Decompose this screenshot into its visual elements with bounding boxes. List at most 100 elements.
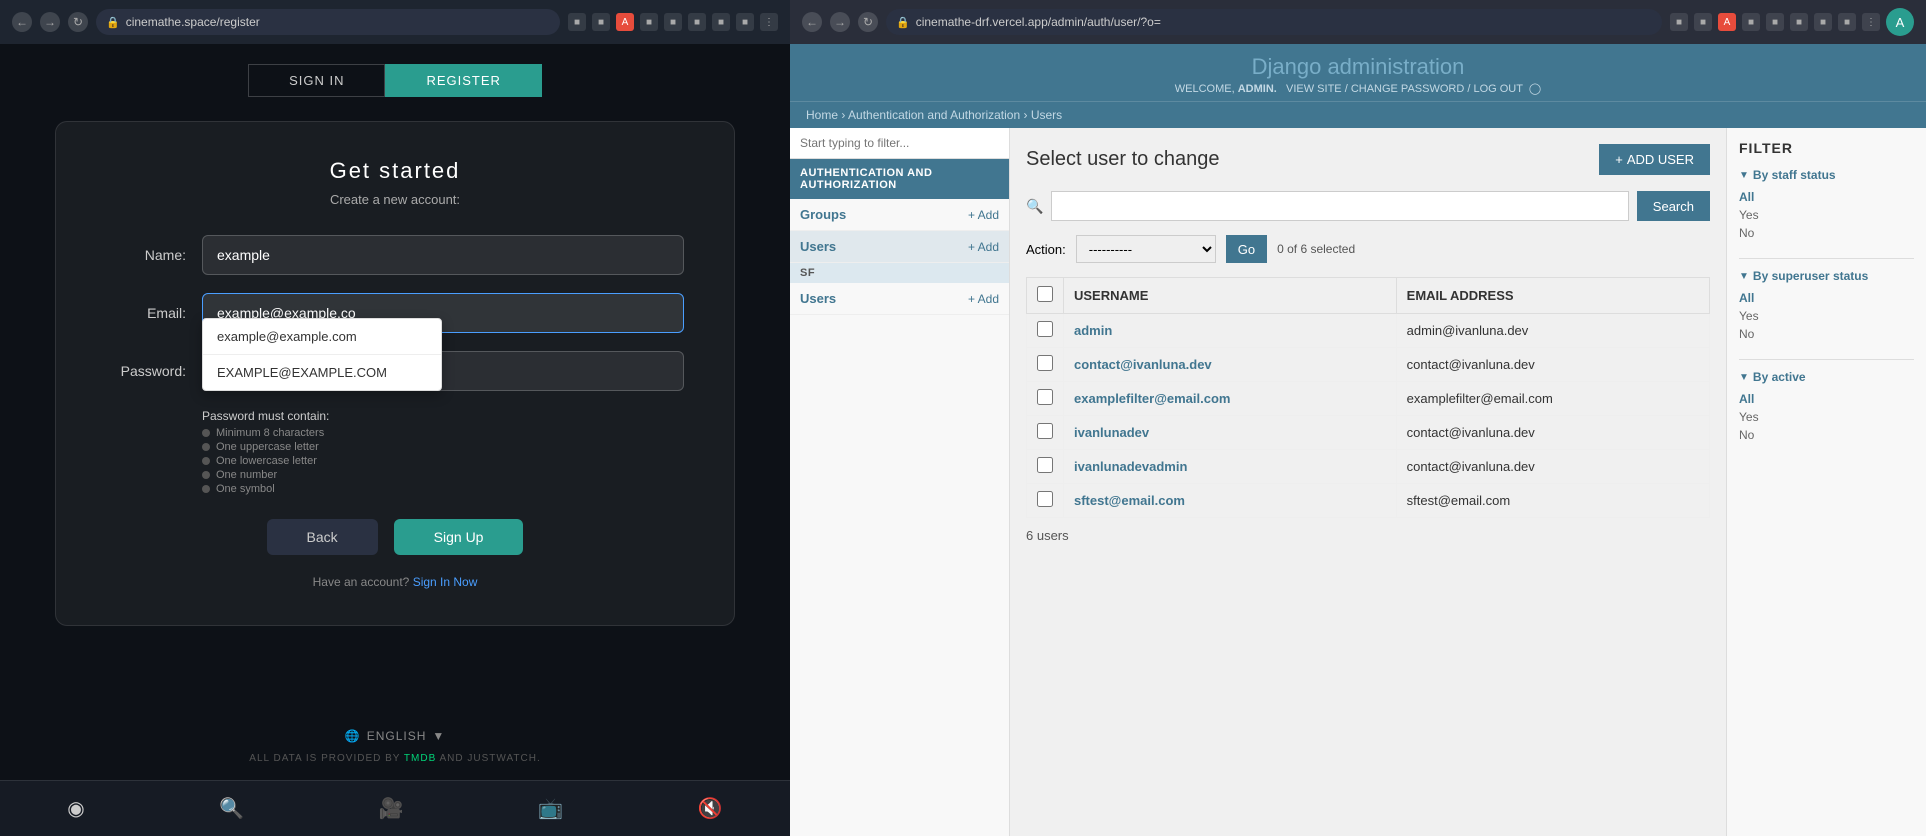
r-ext-5: ■ <box>1766 13 1784 31</box>
go-button[interactable]: Go <box>1226 235 1267 263</box>
sidebar-filter-input[interactable] <box>790 128 1009 159</box>
right-panel: ← → ↻ 🔒 cinemathe-drf.vercel.app/admin/a… <box>790 0 1926 836</box>
filter-active-yes[interactable]: Yes <box>1739 408 1914 426</box>
signup-button[interactable]: Sign Up <box>394 519 524 555</box>
sidebar-item-users[interactable]: Users + Add <box>790 231 1009 263</box>
table-row: ivanlunadev contact@ivanluna.dev <box>1027 416 1710 450</box>
filter-active-no[interactable]: No <box>1739 426 1914 444</box>
back-button[interactable]: Back <box>267 519 378 555</box>
right-back-btn[interactable]: ← <box>802 12 822 32</box>
breadcrumb-home[interactable]: Home <box>806 108 838 122</box>
right-forward-btn[interactable]: → <box>830 12 850 32</box>
main-header: Select user to change + ADD USER <box>1026 144 1710 175</box>
col-username-header: USERNAME <box>1064 278 1397 314</box>
breadcrumb-auth[interactable]: Authentication and Authorization <box>848 108 1020 122</box>
filter-superuser-all[interactable]: All <box>1739 289 1914 307</box>
pwd-req-label: Password must contain: <box>202 409 684 423</box>
nav-profile-icon[interactable]: 🔇 <box>698 796 723 821</box>
back-btn[interactable]: ← <box>12 12 32 32</box>
filter-staff-yes[interactable]: Yes <box>1739 206 1914 224</box>
r-avatar[interactable]: A <box>1886 8 1914 36</box>
name-input[interactable] <box>202 235 684 275</box>
filter-section-superuser: ▼ By superuser status All Yes No <box>1739 269 1914 343</box>
user-email-3: contact@ivanluna.dev <box>1396 416 1709 450</box>
url-bar-left[interactable]: 🔒 cinemathe.space/register <box>96 9 560 35</box>
filter-superuser-yes[interactable]: Yes <box>1739 307 1914 325</box>
form-card: Get started Create a new account: Name: … <box>55 121 735 626</box>
users-table: USERNAME EMAIL ADDRESS admin admin@ivanl… <box>1026 277 1710 518</box>
filter-active-all[interactable]: All <box>1739 390 1914 408</box>
password-label: Password: <box>106 363 186 379</box>
user-email-1: contact@ivanluna.dev <box>1396 348 1709 382</box>
filter-superuser-no[interactable]: No <box>1739 325 1914 343</box>
row-checkbox-1[interactable] <box>1037 355 1053 371</box>
action-select[interactable]: ---------- <box>1076 235 1216 263</box>
user-link-5[interactable]: sftest@email.com <box>1074 493 1185 508</box>
sidebar-item-sf-users[interactable]: Users + Add <box>790 283 1009 315</box>
tab-register[interactable]: REGISTER <box>385 64 541 97</box>
left-panel: ← → ↻ 🔒 cinemathe.space/register ■ ■ A ■… <box>0 0 790 836</box>
django-welcome-bar: WELCOME, ADMIN. VIEW SITE / CHANGE PASSW… <box>790 82 1926 95</box>
autocomplete-item-1[interactable]: example@example.com <box>203 319 441 355</box>
row-checkbox-0[interactable] <box>1037 321 1053 337</box>
row-checkbox-4[interactable] <box>1037 457 1053 473</box>
r-ext-4: ■ <box>1742 13 1760 31</box>
user-link-1[interactable]: contact@ivanluna.dev <box>1074 357 1212 372</box>
nav-search-icon[interactable]: 🔍 <box>219 796 244 821</box>
r-ext-2: ■ <box>1694 13 1712 31</box>
view-site-link[interactable]: VIEW SITE <box>1286 83 1342 95</box>
user-link-3[interactable]: ivanlunadev <box>1074 425 1149 440</box>
sf-users-link[interactable]: Users <box>800 291 836 306</box>
nav-logo-icon[interactable]: ◉ <box>67 796 84 821</box>
change-password-link[interactable]: CHANGE PASSWORD <box>1351 83 1464 95</box>
search-input[interactable] <box>1051 191 1628 221</box>
search-icon: 🔍 <box>1026 198 1043 215</box>
filter-divider-2 <box>1739 359 1914 360</box>
user-link-0[interactable]: admin <box>1074 323 1112 338</box>
log-out-link[interactable]: LOG OUT <box>1473 83 1522 95</box>
browser-bar-right: ← → ↻ 🔒 cinemathe-drf.vercel.app/admin/a… <box>790 0 1926 44</box>
search-button[interactable]: Search <box>1637 191 1710 221</box>
filter-arrow-superuser: ▼ <box>1739 271 1749 282</box>
nav-tv-icon[interactable]: 📺 <box>538 796 563 821</box>
row-checkbox-2[interactable] <box>1037 389 1053 405</box>
right-refresh-btn[interactable]: ↻ <box>858 12 878 32</box>
groups-add-link[interactable]: + Add <box>968 208 999 222</box>
autocomplete-item-2[interactable]: EXAMPLE@EXAMPLE.COM <box>203 355 441 390</box>
selected-count: 0 of 6 selected <box>1277 242 1355 256</box>
r-ext-3: A <box>1718 13 1736 31</box>
add-user-button[interactable]: + ADD USER <box>1599 144 1710 175</box>
filter-panel: FILTER ▼ By staff status All Yes No ▼ By… <box>1726 128 1926 836</box>
users-add-link[interactable]: + Add <box>968 240 999 254</box>
filter-staff-options: All Yes No <box>1739 188 1914 242</box>
tab-signin[interactable]: SIGN IN <box>248 64 385 97</box>
r-ext-6: ■ <box>1790 13 1808 31</box>
sf-users-add-link[interactable]: + Add <box>968 292 999 306</box>
user-link-2[interactable]: examplefilter@email.com <box>1074 391 1230 406</box>
sidebar-item-groups[interactable]: Groups + Add <box>790 199 1009 231</box>
bottom-nav: ◉ 🔍 🎥 📺 🔇 <box>0 780 790 836</box>
users-link[interactable]: Users <box>800 239 836 254</box>
filter-staff-all[interactable]: All <box>1739 188 1914 206</box>
user-link-4[interactable]: ivanlunadevadmin <box>1074 459 1187 474</box>
signin-link[interactable]: Sign In Now <box>413 575 478 589</box>
r-ext-7: ■ <box>1814 13 1832 31</box>
row-checkbox-5[interactable] <box>1037 491 1053 507</box>
r-menu[interactable]: ⋮ <box>1862 13 1880 31</box>
menu-icon[interactable]: ⋮ <box>760 13 778 31</box>
filter-section-staff: ▼ By staff status All Yes No <box>1739 168 1914 242</box>
refresh-btn[interactable]: ↻ <box>68 12 88 32</box>
table-row: ivanlunadevadmin contact@ivanluna.dev <box>1027 450 1710 484</box>
filter-arrow-staff: ▼ <box>1739 170 1749 181</box>
row-checkbox-3[interactable] <box>1037 423 1053 439</box>
language-selector[interactable]: 🌐 ENGLISH ▼ <box>345 729 446 743</box>
url-bar-right[interactable]: 🔒 cinemathe-drf.vercel.app/admin/auth/us… <box>886 9 1662 35</box>
groups-link[interactable]: Groups <box>800 207 846 222</box>
forward-btn[interactable]: → <box>40 12 60 32</box>
filter-staff-no[interactable]: No <box>1739 224 1914 242</box>
filter-superuser-title: ▼ By superuser status <box>1739 269 1914 283</box>
nav-movies-icon[interactable]: 🎥 <box>379 796 404 821</box>
select-all-checkbox[interactable] <box>1037 286 1053 302</box>
auth-section-header: AUTHENTICATION AND AUTHORIZATION <box>790 159 1009 199</box>
form-title: Get started <box>106 158 684 184</box>
